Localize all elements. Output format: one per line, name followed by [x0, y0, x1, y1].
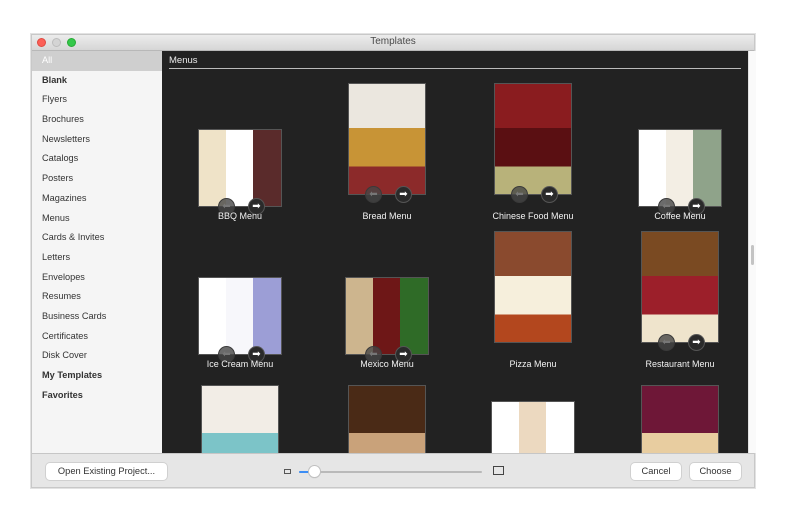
template-tile[interactable] [606, 377, 748, 453]
sidebar-item-envelopes[interactable]: Envelopes [32, 268, 162, 288]
sidebar-item-favorites[interactable]: Favorites [32, 386, 162, 406]
sidebar-item-business-cards[interactable]: Business Cards [32, 307, 162, 327]
arrow-right-icon[interactable]: ➡ [395, 186, 412, 203]
footer-bar: Open Existing Project... Cancel Choose [32, 453, 754, 487]
sidebar-item-posters[interactable]: Posters [32, 169, 162, 189]
slider-knob[interactable] [308, 466, 320, 477]
template-label: Bread Menu [362, 211, 412, 221]
template-label: BBQ Menu [217, 211, 263, 221]
template-label: Mexico Menu [360, 359, 414, 369]
sidebar-item-magazines[interactable]: Magazines [32, 189, 162, 209]
template-tile[interactable]: ⬅ ➡ Bread Menu [313, 81, 461, 221]
arrow-right-icon[interactable]: ➡ [688, 334, 705, 351]
arrow-left-icon[interactable]: ⬅ [365, 186, 382, 203]
sidebar-item-brochures[interactable]: Brochures [32, 110, 162, 130]
template-label: Coffee Menu [654, 211, 706, 221]
arrow-left-icon[interactable]: ⬅ [511, 186, 528, 203]
gallery-scrollbar[interactable] [748, 51, 756, 453]
template-label: Restaurant Menu [645, 359, 715, 369]
sidebar-item-blank[interactable]: Blank [32, 71, 162, 91]
sidebar-item-resumes[interactable]: Resumes [32, 287, 162, 307]
template-label: Chinese Food Menu [492, 211, 574, 221]
template-tile[interactable]: ⬅ ➡ Chinese Food Menu [459, 81, 607, 221]
sidebar-item-menus[interactable]: Menus [32, 209, 162, 229]
template-tile[interactable]: ⬅ ➡ Coffee Menu [606, 81, 748, 221]
sidebar-item-my-templates[interactable]: My Templates [32, 366, 162, 386]
template-thumbnail[interactable] [494, 231, 572, 343]
section-title: Menus [169, 55, 198, 66]
template-thumbnail[interactable] [348, 385, 426, 453]
template-thumbnail[interactable] [494, 83, 572, 195]
template-thumbnail[interactable] [641, 231, 719, 343]
arrow-left-icon[interactable]: ⬅ [658, 334, 675, 351]
category-sidebar: All Blank Flyers Brochures Newsletters Catalo… [32, 51, 163, 453]
arrow-right-icon[interactable]: ➡ [541, 186, 558, 203]
template-thumbnail[interactable] [198, 129, 282, 207]
sidebar-item-cards-invites[interactable]: Cards & Invites [32, 228, 162, 248]
thumbnail-size-slider[interactable] [299, 466, 482, 477]
templates-window: Templates All Blank Flyers Brochures Newslet… [31, 34, 756, 488]
template-tile[interactable]: ⬅ ➡ BBQ Menu [166, 81, 314, 221]
template-tile[interactable]: ⬅ ➡ Mexico Menu [313, 229, 461, 369]
large-thumbnail-icon [493, 466, 504, 475]
template-thumbnail[interactable] [198, 277, 282, 355]
template-thumbnail[interactable] [348, 83, 426, 195]
template-tile[interactable]: Pizza Menu [459, 229, 607, 369]
sidebar-item-letters[interactable]: Letters [32, 248, 162, 268]
template-tile[interactable]: ⬅ ➡ Restaurant Menu [606, 229, 748, 369]
sidebar-item-disk-cover[interactable]: Disk Cover [32, 346, 162, 366]
template-thumbnail[interactable] [201, 385, 279, 453]
window-title: Templates [370, 36, 416, 47]
sidebar-item-all[interactable]: All [32, 51, 162, 71]
sidebar-item-catalogs[interactable]: Catalogs [32, 149, 162, 169]
open-existing-project-button[interactable]: Open Existing Project... [46, 463, 167, 480]
template-gallery: Menus ⬅ ➡ BBQ Menu ⬅ ➡ Bread Menu ⬅ ➡ Chinese Fo… [162, 51, 748, 453]
template-thumbnail[interactable] [491, 401, 575, 453]
template-tile[interactable] [166, 377, 314, 453]
template-tile[interactable] [459, 377, 607, 453]
small-thumbnail-icon [284, 469, 291, 474]
choose-button[interactable]: Choose [690, 463, 741, 480]
template-tile[interactable]: ⬅ ➡ Ice Cream Menu [166, 229, 314, 369]
sidebar-item-newsletters[interactable]: Newsletters [32, 130, 162, 150]
template-thumbnail[interactable] [345, 277, 429, 355]
sidebar-item-flyers[interactable]: Flyers [32, 90, 162, 110]
scrollbar-thumb[interactable] [751, 245, 754, 265]
template-label: Ice Cream Menu [206, 359, 274, 369]
title-bar[interactable]: Templates [32, 35, 754, 51]
section-divider [169, 68, 741, 69]
template-label: Pizza Menu [509, 359, 557, 369]
cancel-button[interactable]: Cancel [631, 463, 681, 480]
template-thumbnail[interactable] [641, 385, 719, 453]
template-thumbnail[interactable] [638, 129, 722, 207]
template-tile[interactable] [313, 377, 461, 453]
sidebar-item-certificates[interactable]: Certificates [32, 327, 162, 347]
